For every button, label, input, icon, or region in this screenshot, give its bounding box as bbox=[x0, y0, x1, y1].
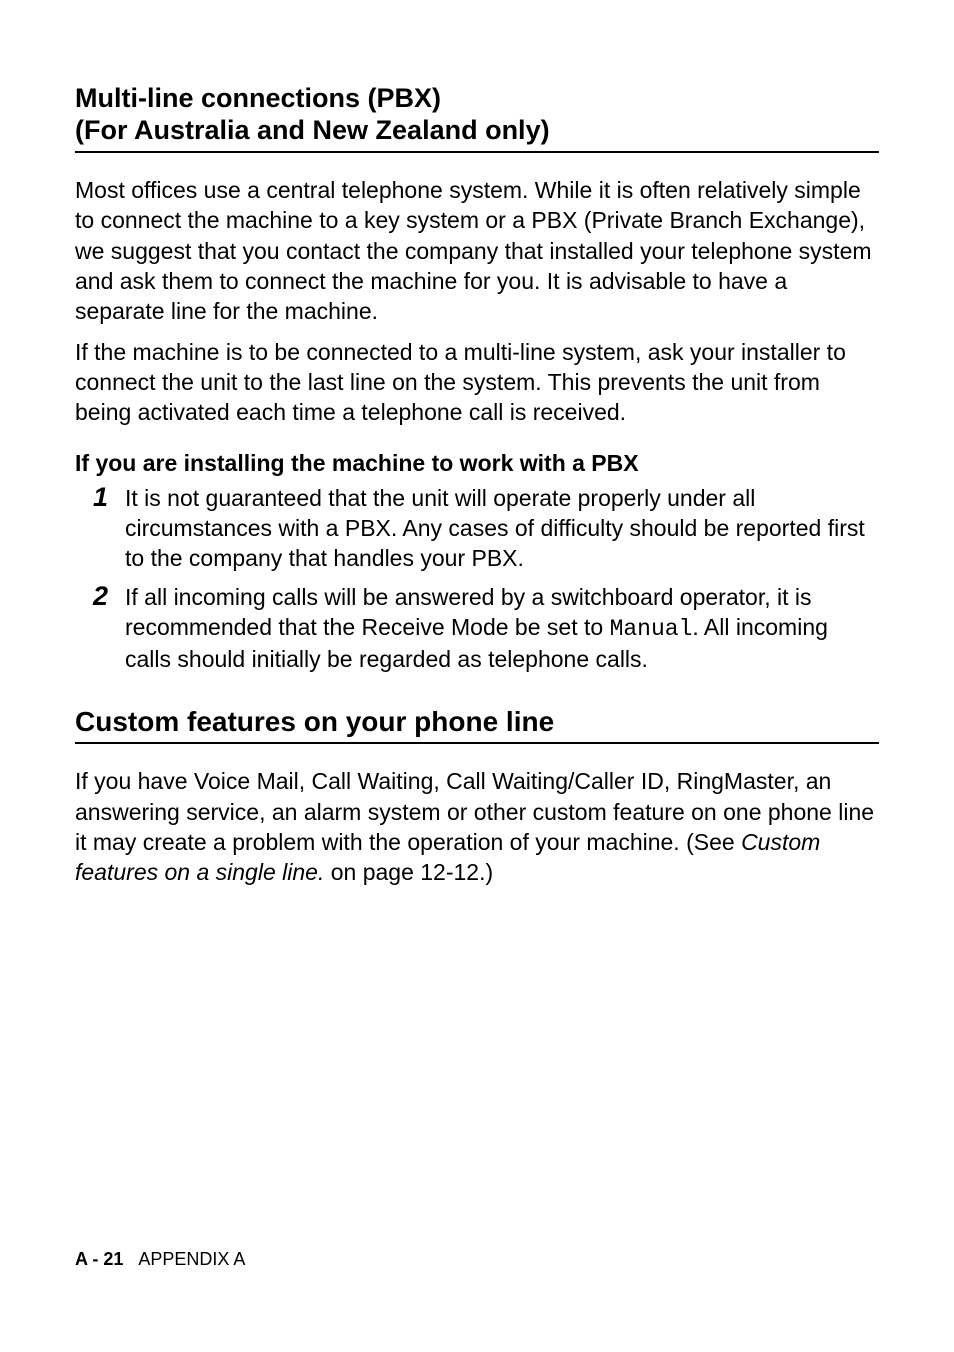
paragraph-3: If you have Voice Mail, Call Waiting, Ca… bbox=[75, 766, 879, 887]
paragraph-1: Most offices use a central telephone sys… bbox=[75, 175, 879, 327]
list-text-2: If all incoming calls will be answered b… bbox=[125, 582, 879, 675]
heading-line-2: (For Australia and New Zealand only) bbox=[75, 115, 550, 145]
page-number: A - 21 bbox=[75, 1249, 123, 1269]
list-text-1: It is not guaranteed that the unit will … bbox=[125, 483, 879, 574]
page-footer: A - 21 APPENDIX A bbox=[75, 1249, 245, 1270]
paragraph-2: If the machine is to be connected to a m… bbox=[75, 337, 879, 428]
appendix-label: APPENDIX A bbox=[138, 1249, 245, 1269]
list-number-1: 1 bbox=[93, 483, 125, 511]
list-item: 1 It is not guaranteed that the unit wil… bbox=[75, 483, 879, 574]
section-heading-custom-features: Custom features on your phone line bbox=[75, 705, 879, 745]
heading-line-1: Multi-line connections (PBX) bbox=[75, 83, 441, 113]
sub-heading-pbx-install: If you are installing the machine to wor… bbox=[75, 450, 879, 477]
list-item: 2 If all incoming calls will be answered… bbox=[75, 582, 879, 675]
list-number-2: 2 bbox=[93, 582, 125, 610]
pbx-steps-list: 1 It is not guaranteed that the unit wil… bbox=[75, 483, 879, 675]
manual-mode-text: Manual bbox=[610, 616, 693, 642]
para3-part-b: on page 12-12.) bbox=[324, 859, 493, 885]
section-heading-pbx: Multi-line connections (PBX) (For Austra… bbox=[75, 82, 879, 153]
